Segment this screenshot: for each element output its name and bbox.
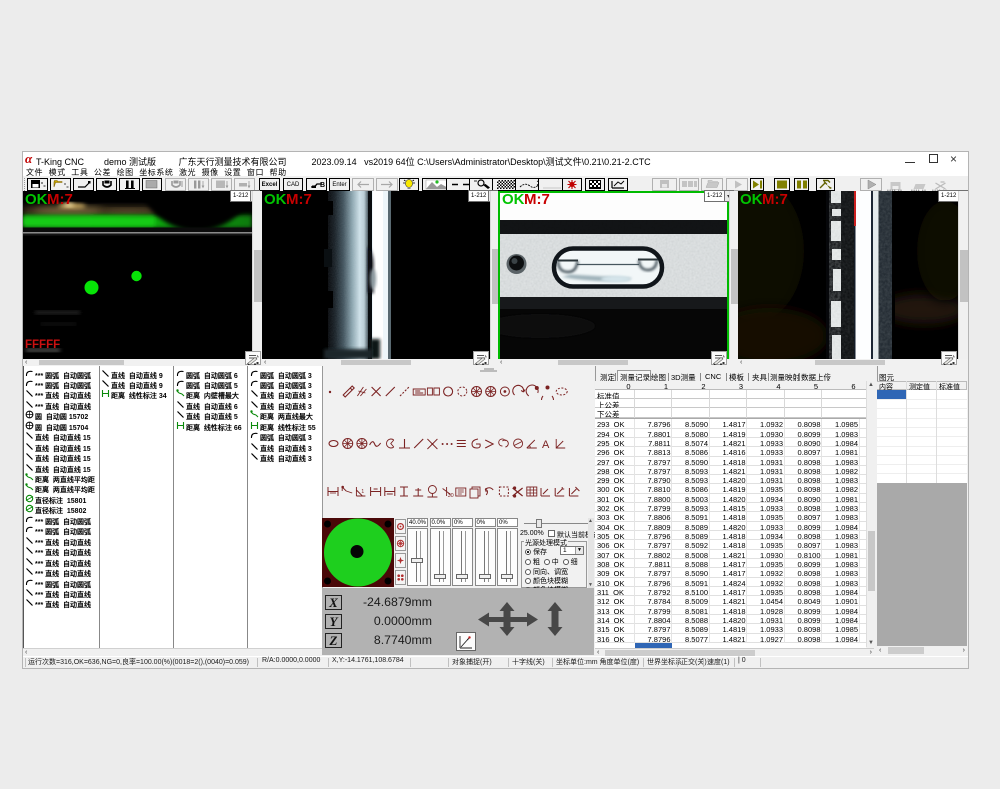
svg-text:A: A [542, 439, 550, 451]
svg-text:1: 1 [361, 489, 364, 495]
svg-text:FFFFF: FFFFF [25, 339, 60, 351]
svg-text:B: B [320, 182, 325, 189]
svg-text:30: 30 [448, 493, 454, 499]
